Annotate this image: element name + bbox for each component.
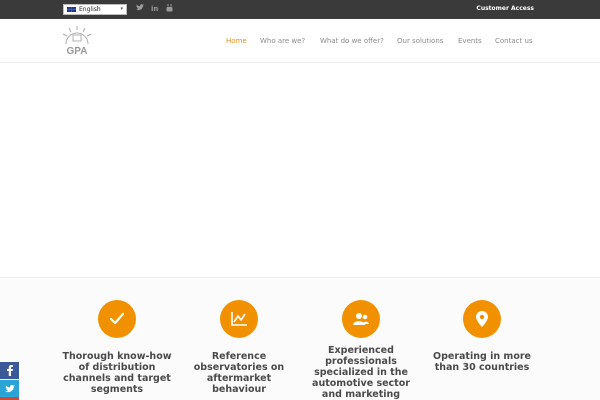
hero-slider: [0, 63, 600, 278]
features-section: Thorough know-how of distribution channe…: [0, 279, 600, 400]
linkedin-icon[interactable]: in: [151, 4, 158, 14]
nav-events[interactable]: Events: [458, 36, 482, 46]
feature-text: Experienced professionals specialized in…: [312, 345, 410, 400]
nav-who-are-we[interactable]: Who are we?: [260, 36, 305, 46]
feature-icon-circle: [463, 300, 501, 338]
gpa-logo[interactable]: GPA: [60, 25, 94, 57]
logo-text: GPA: [67, 46, 88, 57]
feature-text: Thorough know-how of distribution channe…: [62, 351, 172, 395]
feature-text: Operating in more than 30 countries: [433, 351, 531, 373]
facebook-icon: [6, 365, 13, 376]
feature-icon-circle: [220, 300, 258, 338]
language-label: English: [79, 6, 101, 13]
chevron-down-icon: ▾: [120, 6, 123, 12]
check-icon: [109, 312, 125, 325]
youtube-icon[interactable]: [166, 4, 173, 15]
main-header: GPA Home Who are we? What do we offer? O…: [0, 19, 600, 63]
feature-icon-circle: [98, 300, 136, 338]
twitter-share-button[interactable]: [0, 380, 19, 397]
uk-flag-icon: [67, 7, 76, 12]
twitter-icon[interactable]: [136, 4, 144, 14]
customer-access-link[interactable]: Customer Access: [476, 4, 534, 14]
feature-text: Reference observatories on aftermarket b…: [193, 351, 285, 395]
feature-icon-circle: [342, 300, 380, 338]
language-selector[interactable]: English ▾: [63, 4, 127, 15]
nav-home[interactable]: Home: [226, 36, 247, 46]
nav-our-solutions[interactable]: Our solutions: [397, 36, 443, 46]
nav-what-do-we-offer[interactable]: What do we offer?: [320, 36, 384, 46]
twitter-icon: [4, 384, 15, 392]
chart-line-icon: [231, 312, 247, 326]
map-pin-icon: [476, 311, 488, 327]
nav-contact-us[interactable]: Contact us: [495, 36, 533, 46]
facebook-share-button[interactable]: [0, 362, 19, 379]
top-bar: English ▾ in Customer Access: [0, 0, 600, 19]
users-icon: [353, 313, 369, 325]
